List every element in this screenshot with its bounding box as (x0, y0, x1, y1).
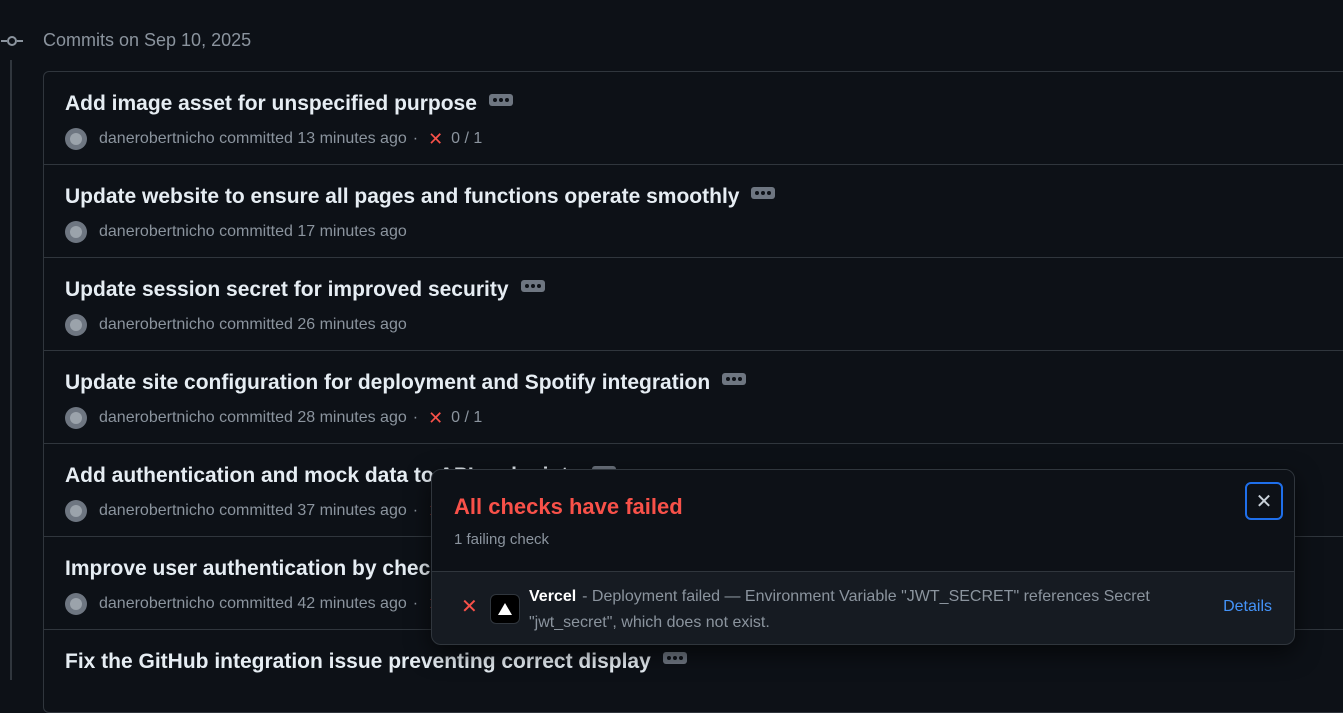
avatar[interactable] (65, 128, 87, 150)
expand-ellipsis-button[interactable] (722, 373, 747, 386)
commit-author-link[interactable]: danerobertnicho (99, 223, 215, 241)
checks-popover: All checks have failed 1 failing check ✕… (431, 469, 1295, 645)
check-failed-icon: ✕ (461, 596, 478, 618)
check-name: Vercel (529, 588, 577, 605)
details-link[interactable]: Details (1223, 598, 1272, 616)
commit-row: Update site configuration for deployment… (44, 351, 1343, 444)
expand-ellipsis-button[interactable] (662, 652, 687, 665)
commit-time: committed 17 minutes ago (219, 223, 407, 240)
commit-time: committed 37 minutes ago (219, 502, 407, 519)
avatar[interactable] (65, 314, 87, 336)
expand-ellipsis-button[interactable] (751, 187, 776, 200)
commit-title-link[interactable]: Improve user authentication by checking (65, 557, 473, 580)
expand-ellipsis-button[interactable] (488, 94, 513, 107)
commit-author-link[interactable]: danerobertnicho (99, 130, 215, 148)
commit-time: committed 42 minutes ago (219, 595, 407, 612)
timeline-line (10, 60, 12, 680)
commit-author-link[interactable]: danerobertnicho (99, 409, 215, 427)
check-row: ✕ Vercel - Deployment failed — Environmen… (432, 572, 1294, 644)
commit-time: committed 13 minutes ago (219, 130, 407, 147)
commit-title-link[interactable]: Fix the GitHub integration issue prevent… (65, 650, 651, 673)
expand-ellipsis-button[interactable] (520, 280, 545, 293)
meta-separator: · (412, 595, 419, 612)
check-description: Vercel - Deployment failed — Environment … (529, 584, 1209, 636)
commit-row: Update session secret for improved secur… (44, 258, 1343, 351)
commit-row: Update website to ensure all pages and f… (44, 165, 1343, 258)
commit-author-link[interactable]: danerobertnicho (99, 595, 215, 613)
popover-subtitle: 1 failing check (454, 531, 550, 548)
meta-separator: · (412, 502, 419, 519)
avatar[interactable] (65, 500, 87, 522)
commit-time: committed 28 minutes ago (219, 409, 407, 426)
check-failed-icon[interactable]: ✕ (428, 408, 443, 429)
check-failed-icon[interactable]: ✕ (428, 129, 443, 150)
avatar[interactable] (65, 593, 87, 615)
commit-title-link[interactable]: Update session secret for improved secur… (65, 278, 509, 301)
avatar[interactable] (65, 407, 87, 429)
popover-header: All checks have failed 1 failing check ✕ (432, 470, 1294, 572)
meta-separator: · (412, 409, 419, 426)
popover-title: All checks have failed (454, 494, 683, 519)
commit-time: committed 26 minutes ago (219, 316, 407, 333)
close-icon: ✕ (1255, 490, 1273, 513)
commit-title-link[interactable]: Update website to ensure all pages and f… (65, 185, 739, 208)
check-count[interactable]: 0 / 1 (451, 409, 482, 427)
git-commit-icon (1, 36, 23, 46)
commits-date-header: Commits on Sep 10, 2025 (43, 30, 252, 50)
commit-title-link[interactable]: Add image asset for unspecified purpose (65, 92, 477, 115)
vercel-logo-icon (490, 594, 520, 624)
avatar[interactable] (65, 221, 87, 243)
check-message: - Deployment failed — Environment Variab… (529, 588, 1150, 631)
check-count[interactable]: 0 / 1 (451, 130, 482, 148)
commit-title-link[interactable]: Update site configuration for deployment… (65, 371, 710, 394)
commit-author-link[interactable]: danerobertnicho (99, 316, 215, 334)
meta-separator: · (412, 130, 419, 147)
commit-row: Add image asset for unspecified purpose … (44, 72, 1343, 165)
commit-author-link[interactable]: danerobertnicho (99, 502, 215, 520)
close-button[interactable]: ✕ (1245, 482, 1283, 520)
